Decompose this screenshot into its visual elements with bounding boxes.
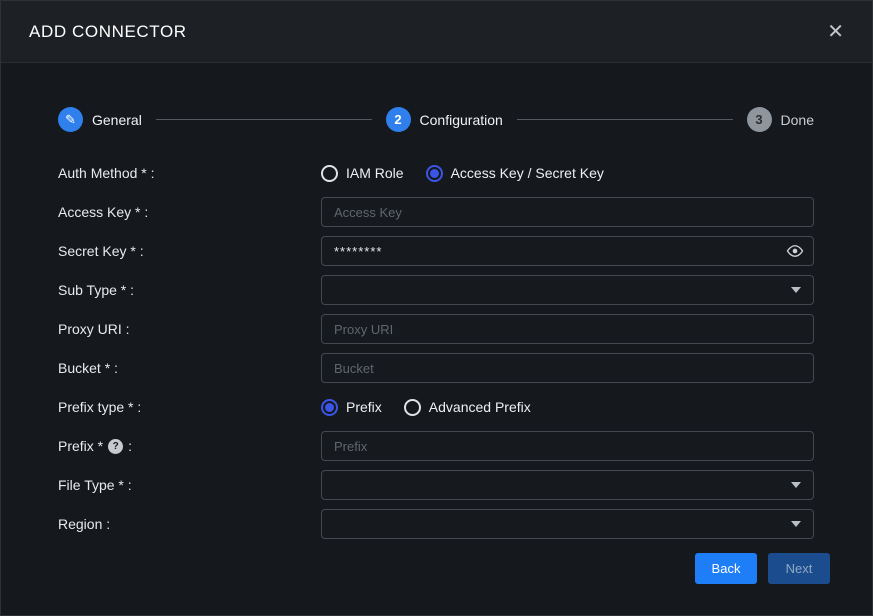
pencil-icon: ✎ xyxy=(58,107,83,132)
radio-circle-icon xyxy=(404,399,421,416)
step-done[interactable]: 3 Done xyxy=(747,107,814,132)
prefix-type-radio-group: Prefix Advanced Prefix xyxy=(321,399,814,416)
region-row: Region : xyxy=(58,509,814,539)
eye-icon[interactable] xyxy=(786,245,804,258)
step-number-3: 3 xyxy=(747,107,772,132)
prefix-label-colon: : xyxy=(128,438,132,454)
auth-method-label: Auth Method * : xyxy=(58,165,321,181)
prefix-label: Prefix * ? : xyxy=(58,438,321,454)
radio-iam-role[interactable]: IAM Role xyxy=(321,165,404,182)
access-key-label: Access Key * : xyxy=(58,204,321,220)
radio-label-iam-role: IAM Role xyxy=(346,165,404,181)
radio-advanced-prefix[interactable]: Advanced Prefix xyxy=(404,399,531,416)
next-button[interactable]: Next xyxy=(768,553,830,584)
step-label-general: General xyxy=(92,112,142,128)
stepper-connector xyxy=(156,119,372,120)
proxy-uri-row: Proxy URI : xyxy=(58,314,814,344)
dialog-title: ADD CONNECTOR xyxy=(29,22,187,42)
chevron-down-icon xyxy=(791,287,801,293)
chevron-down-icon xyxy=(791,521,801,527)
step-label-configuration: Configuration xyxy=(420,112,503,128)
step-number-2: 2 xyxy=(386,107,411,132)
bucket-row: Bucket * : xyxy=(58,353,814,383)
step-configuration[interactable]: 2 Configuration xyxy=(386,107,503,132)
region-dropdown[interactable] xyxy=(321,509,814,539)
footer-actions: Back Next xyxy=(58,553,830,584)
radio-prefix[interactable]: Prefix xyxy=(321,399,382,416)
secret-key-label: Secret Key * : xyxy=(58,243,321,259)
prefix-row: Prefix * ? : xyxy=(58,431,814,461)
dialog-body: ✎ General 2 Configuration 3 Done Auth Me… xyxy=(1,63,872,584)
sub-type-dropdown[interactable] xyxy=(321,275,814,305)
prefix-input[interactable] xyxy=(321,431,814,461)
bucket-label: Bucket * : xyxy=(58,360,321,376)
radio-circle-icon xyxy=(426,165,443,182)
step-general[interactable]: ✎ General xyxy=(58,107,142,132)
sub-type-row: Sub Type * : xyxy=(58,275,814,305)
stepper-connector xyxy=(517,119,733,120)
radio-label-access-key: Access Key / Secret Key xyxy=(451,165,604,181)
auth-method-row: Auth Method * : IAM Role Access Key / Se… xyxy=(58,158,814,188)
file-type-row: File Type * : xyxy=(58,470,814,500)
access-key-input[interactable] xyxy=(321,197,814,227)
file-type-label: File Type * : xyxy=(58,477,321,493)
proxy-uri-label: Proxy URI : xyxy=(58,321,321,337)
help-icon[interactable]: ? xyxy=(108,439,123,454)
sub-type-label: Sub Type * : xyxy=(58,282,321,298)
radio-label-prefix: Prefix xyxy=(346,399,382,415)
chevron-down-icon xyxy=(791,482,801,488)
proxy-uri-input[interactable] xyxy=(321,314,814,344)
access-key-row: Access Key * : xyxy=(58,197,814,227)
secret-key-row: Secret Key * : xyxy=(58,236,814,266)
radio-label-advanced-prefix: Advanced Prefix xyxy=(429,399,531,415)
add-connector-dialog: ADD CONNECTOR ✕ ✎ General 2 Configuratio… xyxy=(0,0,873,616)
bucket-input[interactable] xyxy=(321,353,814,383)
radio-circle-icon xyxy=(321,165,338,182)
prefix-type-label: Prefix type * : xyxy=(58,399,321,415)
dialog-header: ADD CONNECTOR ✕ xyxy=(1,1,872,63)
step-label-done: Done xyxy=(781,112,814,128)
prefix-label-text: Prefix * xyxy=(58,438,103,454)
prefix-type-row: Prefix type * : Prefix Advanced Prefix xyxy=(58,392,814,422)
region-label: Region : xyxy=(58,516,321,532)
stepper: ✎ General 2 Configuration 3 Done xyxy=(58,107,814,132)
file-type-dropdown[interactable] xyxy=(321,470,814,500)
radio-circle-icon xyxy=(321,399,338,416)
secret-key-wrap xyxy=(321,236,814,266)
radio-access-key-secret-key[interactable]: Access Key / Secret Key xyxy=(426,165,604,182)
secret-key-input[interactable] xyxy=(321,236,814,266)
back-button[interactable]: Back xyxy=(695,553,757,584)
auth-method-radio-group: IAM Role Access Key / Secret Key xyxy=(321,165,814,182)
close-icon[interactable]: ✕ xyxy=(827,22,844,42)
